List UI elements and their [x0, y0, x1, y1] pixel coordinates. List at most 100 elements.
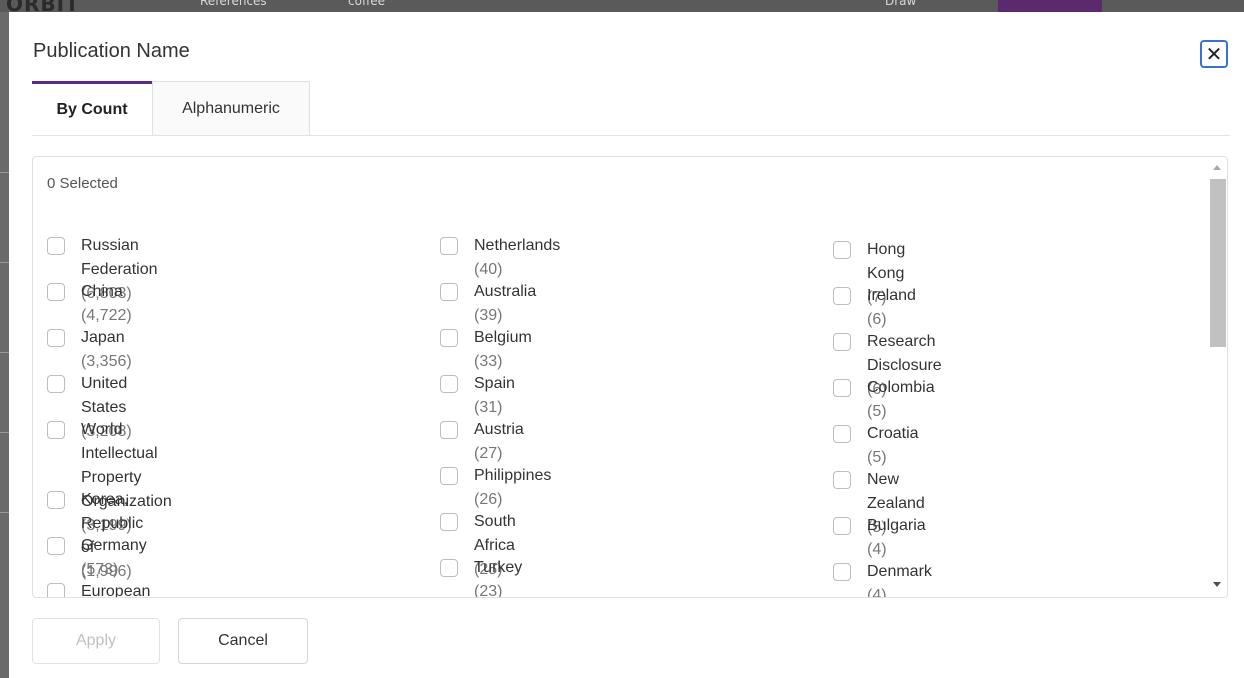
checkbox[interactable]: [440, 237, 458, 255]
checkbox[interactable]: [833, 563, 851, 581]
publication-option[interactable]: China (4,722): [47, 283, 132, 328]
option-name: European Patent Organization: [81, 583, 151, 598]
publication-option[interactable]: Germany (573): [47, 537, 147, 582]
checkbox[interactable]: [47, 237, 65, 255]
checkbox[interactable]: [47, 583, 65, 597]
background-page-left: [0, 12, 9, 678]
tab-alphanumeric[interactable]: Alphanumeric: [152, 81, 310, 135]
checkbox[interactable]: [440, 559, 458, 577]
option-label: Netherlands (40): [474, 234, 560, 282]
option-count: (39): [474, 307, 503, 324]
option-label: Spain (31): [474, 372, 515, 420]
close-icon: ✕: [1205, 42, 1223, 66]
option-name: World Intellectual Property: [81, 421, 158, 486]
selected-count: 0 Selected: [47, 175, 118, 192]
option-label: Bulgaria (4): [867, 514, 926, 562]
publication-option[interactable]: Belgium (33): [440, 329, 532, 374]
background-brand: ORBIT: [6, 0, 80, 12]
option-name: Croatia: [867, 425, 919, 442]
checkbox[interactable]: [833, 471, 851, 489]
publication-option[interactable]: Croatia (5): [833, 425, 919, 470]
apply-button[interactable]: Apply: [32, 618, 160, 664]
option-count: (4,722): [81, 307, 132, 324]
scroll-up-arrow-icon[interactable]: [1213, 165, 1221, 170]
checkbox[interactable]: [47, 283, 65, 301]
list-scrollbar[interactable]: [1207, 157, 1227, 597]
publication-option[interactable]: Turkey (23): [440, 556, 523, 598]
option-count: (4): [867, 541, 887, 558]
option-count: (4): [867, 587, 887, 598]
option-name: Australia: [474, 283, 537, 300]
checkbox[interactable]: [47, 329, 65, 347]
publication-option[interactable]: Spain (31): [440, 375, 515, 420]
option-label: Turkey (23): [474, 556, 523, 598]
publication-option[interactable]: Austria (27): [440, 421, 524, 466]
publication-option[interactable]: Denmark (4): [833, 563, 932, 598]
cancel-button[interactable]: Cancel: [178, 618, 308, 664]
option-label: European Patent Organization: [81, 580, 172, 598]
publication-option[interactable]: Colombia (5): [833, 379, 935, 424]
scroll-thumb[interactable]: [1210, 179, 1226, 347]
option-count: (3,356): [81, 353, 132, 370]
publication-option[interactable]: Netherlands (40): [440, 237, 560, 282]
close-button[interactable]: ✕: [1200, 40, 1228, 68]
checkbox[interactable]: [833, 241, 851, 259]
checkbox[interactable]: [440, 329, 458, 347]
checkbox[interactable]: [47, 537, 65, 555]
publication-option[interactable]: Philippines (26): [440, 467, 551, 512]
checkbox[interactable]: [833, 379, 851, 397]
option-name: Austria: [474, 421, 524, 438]
checkbox[interactable]: [833, 425, 851, 443]
checkbox[interactable]: [440, 283, 458, 301]
option-label: Austria (27): [474, 418, 524, 466]
checkbox[interactable]: [440, 467, 458, 485]
option-name: Denmark: [867, 563, 932, 580]
option-label: Croatia (5): [867, 422, 919, 470]
option-name: Spain: [474, 375, 515, 392]
publication-option[interactable]: Bulgaria (4): [833, 517, 926, 562]
option-count: (5): [867, 449, 887, 466]
tab-by-count[interactable]: By Count: [32, 81, 152, 135]
option-name: Russian Federation: [81, 237, 158, 278]
option-name: Ireland: [867, 287, 916, 304]
publication-option[interactable]: Australia (39): [440, 283, 536, 328]
option-count: (27): [474, 445, 503, 462]
checkbox[interactable]: [833, 333, 851, 351]
option-label: China (4,722): [81, 280, 132, 328]
option-name: Philippines: [474, 467, 552, 484]
option-count: (23): [474, 583, 503, 598]
publication-option[interactable]: Japan (3,356): [47, 329, 132, 374]
scroll-down-arrow-icon[interactable]: [1213, 582, 1221, 587]
checkbox[interactable]: [47, 491, 65, 509]
option-label: Japan (3,356): [81, 326, 132, 374]
option-name: Japan: [81, 329, 125, 346]
checkbox[interactable]: [47, 421, 65, 439]
publication-option[interactable]: European Patent Organization: [47, 580, 172, 598]
publication-option[interactable]: Ireland (6): [833, 287, 916, 332]
checkbox[interactable]: [833, 517, 851, 535]
checkbox[interactable]: [440, 421, 458, 439]
checkbox[interactable]: [440, 375, 458, 393]
option-name: Research Disclosure: [867, 333, 942, 374]
option-label: Belgium (33): [474, 326, 532, 374]
option-name: Netherlands: [474, 237, 561, 254]
background-purple-button: [998, 0, 1102, 12]
checkbox[interactable]: [833, 287, 851, 305]
background-page-header: ORBIT References coffee Draw: [0, 0, 1244, 12]
dialog-title: Publication Name: [33, 40, 190, 62]
option-label: Ireland (6): [867, 284, 916, 332]
option-name: Belgium: [474, 329, 532, 346]
checkbox[interactable]: [440, 513, 458, 531]
option-name: New Zealand: [867, 471, 925, 512]
checkbox[interactable]: [47, 375, 65, 393]
option-name: Germany: [81, 537, 147, 554]
option-name: United States: [81, 375, 128, 416]
option-count: (33): [474, 353, 503, 370]
option-label: Germany (573): [81, 534, 147, 582]
option-name: Colombia: [867, 379, 935, 396]
option-count: (5): [867, 403, 887, 420]
option-label: Australia (39): [474, 280, 536, 328]
option-name: Turkey: [474, 559, 523, 576]
option-name: China: [81, 283, 123, 300]
option-count: (40): [474, 261, 503, 278]
